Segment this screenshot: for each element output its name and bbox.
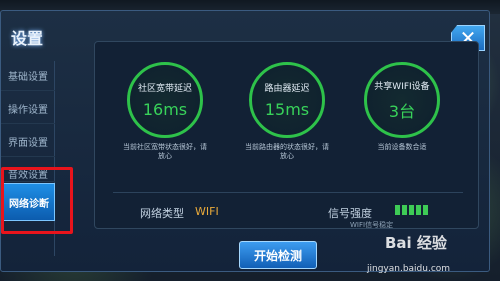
stat-label: 共享WIFI设备 [374, 81, 430, 92]
stat-router-latency: 路由器延迟 15ms 当前路由器的状态很好，请放心 [242, 62, 332, 161]
network-type-value: WIFI [195, 205, 219, 218]
signal-strength-label: 信号强度 [328, 207, 372, 220]
network-diagnosis-panel: 社区宽带延迟 16ms 当前社区宽带状态很好，请放心 路由器延迟 15ms 当前… [94, 41, 479, 229]
baidu-jingyan-logo: Bai 经验 [385, 234, 447, 252]
dialog-title: 设置 [11, 29, 44, 48]
sidebar-item-basic[interactable]: 基础设置 [1, 61, 55, 91]
stat-value: 3台 [388, 101, 416, 121]
signal-strength-icon [395, 205, 428, 215]
stat-label: 社区宽带延迟 [137, 84, 192, 94]
signal-bar [395, 205, 400, 215]
stat-ring: 共享WIFI设备 3台 [364, 62, 440, 138]
stat-note: 当前社区宽带状态很好，请放心 [123, 143, 207, 160]
sidebar-item-controls[interactable]: 操作设置 [1, 94, 55, 124]
divider [113, 192, 463, 193]
signal-bar [402, 205, 407, 215]
sidebar-item-label: 基础设置 [8, 72, 48, 83]
stat-ring: 社区宽带延迟 16ms [127, 62, 203, 138]
sidebar-item-interface[interactable]: 界面设置 [1, 127, 55, 157]
stat-ring: 路由器延迟 15ms [249, 62, 325, 138]
watermark-url: jingyan.baidu.com [367, 264, 451, 274]
signal-bar [423, 205, 428, 215]
stat-value: 16ms [142, 100, 188, 119]
stat-note: 当前路由器的状态很好，请放心 [245, 143, 329, 160]
sidebar-item-label: 操作设置 [8, 105, 48, 116]
highlight-box [1, 167, 73, 234]
start-detection-button[interactable]: 开始检测 [239, 241, 317, 269]
signal-bar [409, 205, 414, 215]
stat-label: 路由器延迟 [264, 84, 310, 94]
stat-value: 15ms [264, 100, 310, 119]
sidebar-item-label: 界面设置 [8, 138, 48, 149]
signal-note: WIFI信号稳定 [350, 221, 394, 229]
signal-bar [416, 205, 421, 215]
stat-community-latency: 社区宽带延迟 16ms 当前社区宽带状态很好，请放心 [120, 62, 210, 161]
stat-shared-devices: 共享WIFI设备 3台 当前设备数合适 [357, 62, 447, 152]
network-type-label: 网络类型 [140, 207, 184, 220]
stat-note: 当前设备数合适 [377, 143, 427, 151]
